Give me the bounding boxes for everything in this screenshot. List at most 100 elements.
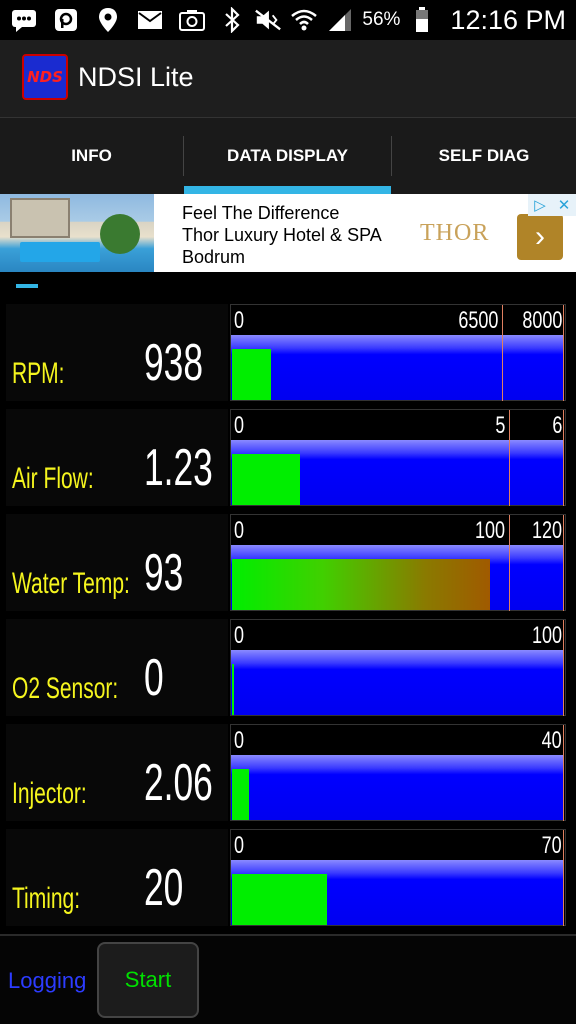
gauge-threshold-line bbox=[509, 410, 510, 506]
gauge-row: Air Flow: 1.23 0 6 5 bbox=[6, 405, 570, 510]
gauge-row: RPM: 938 0 8000 6500 bbox=[6, 300, 570, 405]
gauge-fill bbox=[232, 454, 300, 505]
gauge-bar: 0 40 bbox=[230, 724, 566, 821]
camera-icon bbox=[178, 6, 206, 34]
tab-selected-indicator bbox=[184, 186, 391, 194]
gauge-min-label: 0 bbox=[234, 412, 245, 439]
gauge-value: 1.23 bbox=[144, 439, 213, 497]
tab-info[interactable]: INFO bbox=[0, 118, 183, 194]
start-button[interactable]: Start bbox=[97, 942, 199, 1018]
gauge-max-label: 100 bbox=[531, 622, 562, 649]
gauge-bar: 0 8000 6500 bbox=[230, 304, 566, 401]
clock: 12:16 PM bbox=[450, 4, 566, 35]
app-logo[interactable]: NDS bbox=[22, 54, 68, 100]
gauge-threshold-label: 100 bbox=[474, 517, 505, 544]
bottom-bar: Logging Start bbox=[0, 934, 576, 1024]
battery-percent: 56% bbox=[362, 9, 401, 30]
gauge-min-label: 0 bbox=[234, 307, 245, 334]
gauge-label: Water Temp: bbox=[12, 567, 130, 600]
gauge-max-line bbox=[563, 830, 564, 926]
gauge-max-line bbox=[563, 515, 564, 611]
ad-line-3: Bodrum bbox=[182, 247, 246, 267]
location-icon bbox=[94, 6, 122, 34]
message-icon bbox=[10, 6, 38, 34]
email-icon bbox=[136, 6, 164, 34]
gauge-threshold-label: 6500 bbox=[457, 307, 498, 334]
tab-self-diag[interactable]: SELF DIAG bbox=[392, 118, 576, 194]
gauge-row: Injector: 2.06 0 40 bbox=[6, 720, 570, 825]
ad-close-icon[interactable]: ✕ bbox=[552, 194, 576, 216]
gauge-min-label: 0 bbox=[234, 727, 245, 754]
tab-bar: INFO DATA DISPLAY SELF DIAG bbox=[0, 118, 576, 194]
gauge-track bbox=[231, 650, 564, 715]
gauge-max-label: 40 bbox=[541, 727, 562, 754]
gauge-max-line bbox=[563, 305, 564, 401]
signal-icon bbox=[326, 6, 354, 34]
gauge-readout: Timing: 20 bbox=[6, 829, 228, 926]
gauge-bar: 0 120 100 bbox=[230, 514, 566, 611]
ad-line-1: Feel The Difference bbox=[182, 203, 340, 223]
ad-open-button[interactable]: › bbox=[517, 214, 563, 260]
gauge-readout: RPM: 938 bbox=[6, 304, 228, 401]
gauge-list: RPM: 938 0 8000 6500 Air Flow: 1.23 0 6 5 Water Te… bbox=[6, 300, 570, 930]
gauge-label: Air Flow: bbox=[12, 462, 94, 495]
ad-banner[interactable]: Feel The Difference Thor Luxury Hotel & … bbox=[0, 194, 576, 272]
gauge-fill bbox=[232, 559, 490, 610]
battery-icon bbox=[408, 6, 436, 34]
ad-line-2: Thor Luxury Hotel & SPA bbox=[182, 225, 382, 245]
gauge-max-label: 6 bbox=[551, 412, 562, 439]
action-bar: NDS NDSI Lite bbox=[0, 40, 576, 118]
gauge-value: 938 bbox=[144, 334, 204, 392]
gauge-min-label: 0 bbox=[234, 517, 245, 544]
adchoices-icon[interactable]: ▷ bbox=[528, 194, 552, 216]
gauge-fill bbox=[232, 664, 234, 715]
gauge-track bbox=[231, 755, 564, 820]
gauge-threshold-line bbox=[509, 515, 510, 611]
gauge-readout: Water Temp: 93 bbox=[6, 514, 228, 611]
gauge-max-line bbox=[563, 410, 564, 506]
gauge-max-label: 120 bbox=[531, 517, 562, 544]
gauge-max-line bbox=[563, 620, 564, 716]
gauge-readout: O2 Sensor: 0 bbox=[6, 619, 228, 716]
gauge-max-line bbox=[563, 725, 564, 821]
gauge-max-label: 8000 bbox=[521, 307, 562, 334]
gauge-threshold-label: 5 bbox=[494, 412, 505, 439]
gauge-row: O2 Sensor: 0 0 100 bbox=[6, 615, 570, 720]
gauge-label: RPM: bbox=[12, 357, 65, 390]
ad-text[interactable]: Feel The Difference Thor Luxury Hotel & … bbox=[182, 202, 382, 268]
gauge-bar: 0 6 5 bbox=[230, 409, 566, 506]
gauge-value: 93 bbox=[144, 544, 184, 602]
gauge-bar: 0 100 bbox=[230, 619, 566, 716]
ad-brand-logo: THOR bbox=[420, 220, 490, 246]
app-logo-text: NDS bbox=[27, 68, 63, 86]
gauge-fill bbox=[232, 874, 327, 925]
gauge-value: 2.06 bbox=[144, 754, 213, 812]
p-notification-icon bbox=[52, 6, 80, 34]
app-title: NDSI Lite bbox=[78, 62, 194, 92]
gauge-min-label: 0 bbox=[234, 832, 245, 859]
gauge-fill bbox=[232, 349, 271, 400]
gauge-label: O2 Sensor: bbox=[12, 672, 119, 705]
gauge-bar: 0 70 bbox=[230, 829, 566, 926]
wifi-icon bbox=[290, 6, 318, 34]
gauge-readout: Injector: 2.06 bbox=[6, 724, 228, 821]
gauge-min-label: 0 bbox=[234, 622, 245, 649]
gauge-max-label: 70 bbox=[541, 832, 562, 859]
gauge-label: Injector: bbox=[12, 777, 87, 810]
gauge-row: Water Temp: 93 0 120 100 bbox=[6, 510, 570, 615]
logging-button[interactable]: Logging bbox=[8, 968, 86, 994]
gauge-label: Timing: bbox=[12, 882, 81, 915]
mute-icon bbox=[254, 6, 282, 34]
ad-hotel-image[interactable] bbox=[0, 194, 154, 272]
tab-data-display[interactable]: DATA DISPLAY bbox=[184, 118, 391, 194]
page-indicator bbox=[16, 284, 38, 288]
gauge-row: Timing: 20 0 70 bbox=[6, 825, 570, 930]
gauge-threshold-line bbox=[502, 305, 503, 401]
gauge-readout: Air Flow: 1.23 bbox=[6, 409, 228, 506]
gauge-fill bbox=[232, 769, 249, 820]
gauge-track bbox=[231, 335, 564, 400]
status-bar: 56% 12:16 PM bbox=[0, 0, 576, 40]
gauge-value: 20 bbox=[144, 859, 184, 917]
bluetooth-icon bbox=[218, 6, 246, 34]
gauge-value: 0 bbox=[144, 649, 164, 707]
